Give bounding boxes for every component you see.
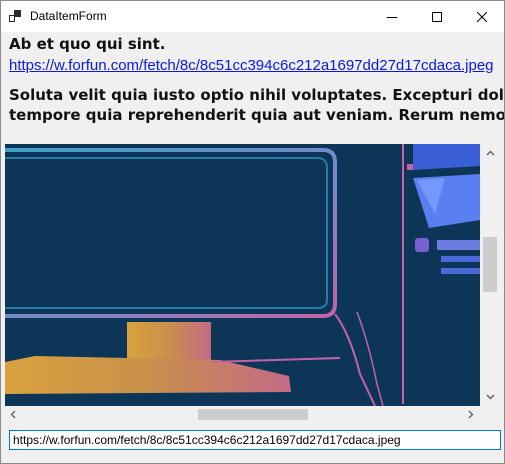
horizontal-scrollbar[interactable]: [5, 406, 480, 423]
scroll-up-icon[interactable]: [486, 150, 495, 156]
description-line-2: tempore quia reprehenderit quia aut veni…: [9, 106, 505, 124]
item-title: Ab et quo qui sint.: [9, 35, 166, 53]
maximize-button[interactable]: [414, 1, 459, 32]
picture-viewport[interactable]: [5, 144, 501, 423]
vertical-scrollbar[interactable]: [480, 144, 501, 406]
scroll-left-icon[interactable]: [10, 410, 16, 419]
url-textbox[interactable]: [9, 430, 501, 450]
scrollbar-corner: [480, 406, 501, 423]
vertical-scroll-thumb[interactable]: [483, 237, 497, 292]
minimize-button[interactable]: [369, 1, 414, 32]
item-picture: [5, 144, 480, 406]
close-icon: [476, 11, 487, 22]
item-description: Soluta velit quia iusto optio nihil volu…: [9, 85, 505, 125]
app-window: DataItemForm Ab et quo qui sint. https:/…: [0, 0, 505, 464]
description-line-1: Soluta velit quia iusto optio nihil volu…: [9, 86, 505, 104]
close-button[interactable]: [459, 1, 504, 32]
minimize-icon: [386, 16, 397, 18]
scroll-right-icon[interactable]: [468, 410, 474, 419]
item-link[interactable]: https://w.forfun.com/fetch/8c/8c51cc394c…: [9, 57, 494, 74]
app-icon: [9, 10, 21, 22]
title-bar[interactable]: DataItemForm: [1, 1, 504, 32]
monitor-illustration-icon: [5, 144, 480, 406]
maximize-icon: [431, 11, 442, 22]
window-title: DataItemForm: [30, 9, 107, 23]
scroll-down-icon[interactable]: [486, 394, 495, 400]
horizontal-scroll-thumb[interactable]: [198, 409, 308, 420]
